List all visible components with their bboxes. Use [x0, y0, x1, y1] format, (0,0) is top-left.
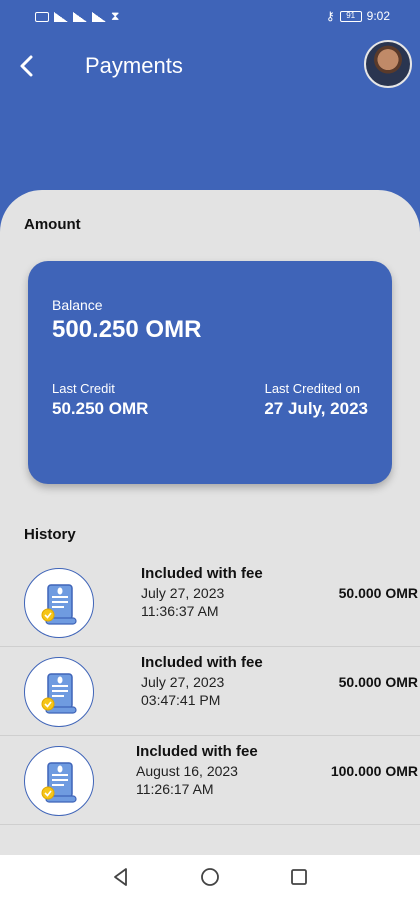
wifi-icon: [92, 11, 106, 22]
signal-icon: [73, 11, 87, 22]
signal-icon: [54, 11, 68, 22]
history-item-date: July 27, 2023: [141, 674, 225, 690]
history-item[interactable]: Included with fee July 27, 2023 11:36:37…: [0, 558, 420, 647]
last-credit-label: Last Credit: [52, 381, 115, 396]
receipt-scroll-icon: [24, 568, 94, 638]
receipt-scroll-icon: [24, 746, 94, 816]
battery-icon: 91: [339, 10, 362, 22]
status-left-icons: ⧗: [35, 9, 119, 24]
status-time: 9:02: [366, 9, 390, 23]
history-item-date: July 27, 2023: [141, 585, 225, 601]
triangle-back-icon: [114, 868, 127, 886]
last-credited-on-value: 27 July, 2023: [264, 399, 368, 418]
key-icon: ⚷: [325, 9, 335, 23]
circle-home-icon: [201, 868, 219, 886]
hourglass-icon: ⧗: [111, 9, 120, 23]
history-item-time: 11:36:37 AM: [141, 603, 219, 619]
square-recents-icon: [291, 869, 307, 885]
history-item[interactable]: Included with fee August 16, 2023 11:26:…: [0, 736, 420, 825]
history-item-date: August 16, 2023: [136, 763, 238, 779]
history-item-title: Included with fee: [136, 743, 258, 760]
page-title: Payments: [85, 53, 183, 78]
history-item-amount: 50.000 OMR: [338, 585, 418, 601]
system-nav-bar: [0, 855, 420, 900]
nav-recents-button[interactable]: [288, 866, 310, 888]
last-credited-on-label: Last Credited on: [264, 381, 360, 396]
back-button[interactable]: [14, 50, 42, 82]
history-item-title: Included with fee: [141, 654, 263, 671]
top-bar: Payments: [0, 32, 420, 102]
content-sheet: Amount Balance 500.250 OMR Last Credit 5…: [0, 190, 420, 855]
balance-value: 500.250 OMR: [52, 316, 202, 343]
last-credit-value: 50.250 OMR: [52, 399, 149, 418]
history-item-title: Included with fee: [141, 565, 263, 582]
chevron-left-icon: [20, 55, 33, 77]
balance-card: Balance 500.250 OMR Last Credit 50.250 O…: [28, 261, 392, 484]
history-item-amount: 100.000 OMR: [330, 763, 418, 779]
history-item-time: 11:26:17 AM: [136, 781, 214, 797]
nav-home-button[interactable]: [199, 866, 221, 888]
balance-label: Balance: [52, 297, 103, 313]
nav-back-button[interactable]: [110, 866, 132, 888]
avatar[interactable]: [364, 40, 412, 88]
history-section-label: History: [24, 526, 76, 543]
status-bar: ⧗ ⚷ 91 9:02: [0, 0, 420, 32]
history-item[interactable]: Included with fee July 27, 2023 03:47:41…: [0, 647, 420, 736]
sim-icon: [35, 11, 49, 22]
history-item-amount: 50.000 OMR: [338, 674, 418, 690]
status-right-icons: ⚷ 91 9:02: [326, 9, 390, 23]
history-item-time: 03:47:41 PM: [141, 692, 221, 708]
receipt-scroll-icon: [24, 657, 94, 727]
amount-section-label: Amount: [24, 216, 81, 233]
